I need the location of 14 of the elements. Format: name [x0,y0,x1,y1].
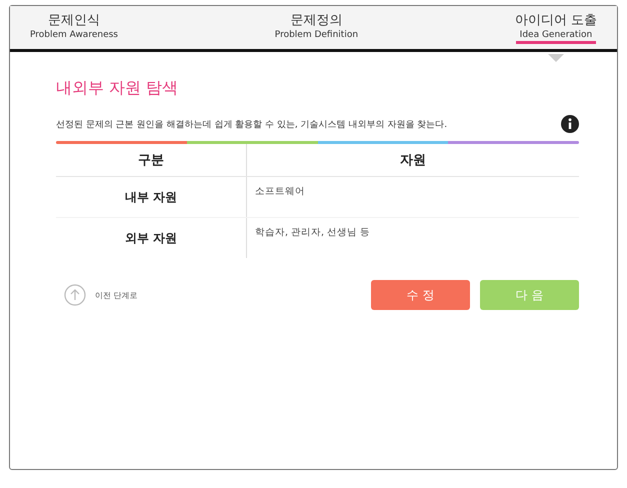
step-tab[interactable]: 문제정의 Problem Definition [274,6,358,49]
table-cell: 학습자, 관리자, 선생님 등 [246,218,579,258]
pointer-icon [548,54,564,62]
description-text: 선정된 문제의 근본 원인을 해결하는데 쉽게 활용할 수 있는, 기술시스템 내외부의 자원을 찾는다. [56,118,448,130]
section-title: 내외부 자원 탐색 [56,78,180,99]
back-link[interactable]: 이전 단계로 [64,284,138,306]
step-tab[interactable]: 문제인식 Problem Awareness [30,6,118,49]
column-header: 구분 [56,144,246,176]
column-header: 자원 [246,144,579,176]
table-cell: 내부 자원 [56,176,246,218]
table-cell: 외부 자원 [56,218,246,258]
info-icon[interactable] [561,115,579,133]
table-cell: 소프트웨어 [246,176,579,218]
step-tab[interactable]: 아이디어 도출 Idea Generation [514,6,597,49]
